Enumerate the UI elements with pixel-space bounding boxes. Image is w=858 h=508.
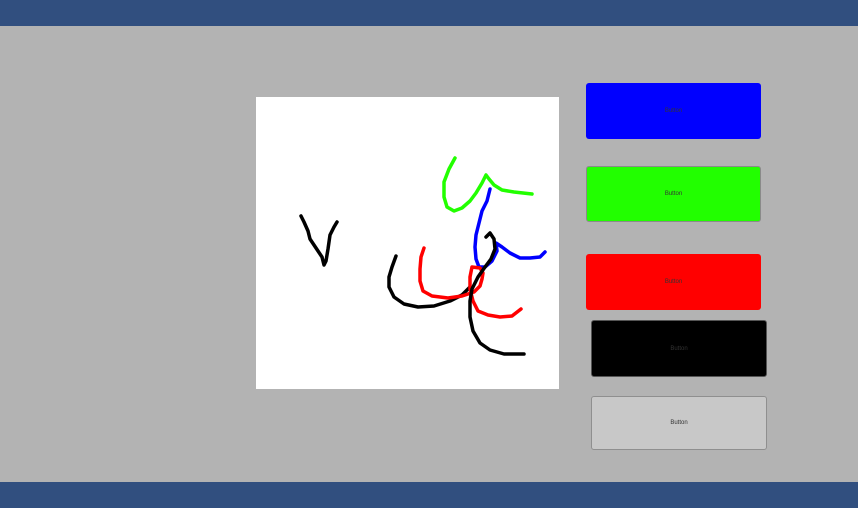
top-bar [0,0,858,26]
stroke-blue [473,187,547,269]
stroke-green [442,156,534,213]
bottom-bar [0,482,858,508]
drawing-canvas[interactable] [256,97,559,389]
stroke-black-v [299,214,339,267]
gray-color-button[interactable]: Button [591,396,767,450]
black-color-button[interactable]: Button [591,320,767,377]
green-color-button[interactable]: Button [586,166,761,222]
stroke-black-curve [387,254,472,309]
canvas-strokes [299,156,547,356]
red-color-button[interactable]: Button [586,254,761,310]
blue-color-button[interactable]: Button [586,83,761,139]
